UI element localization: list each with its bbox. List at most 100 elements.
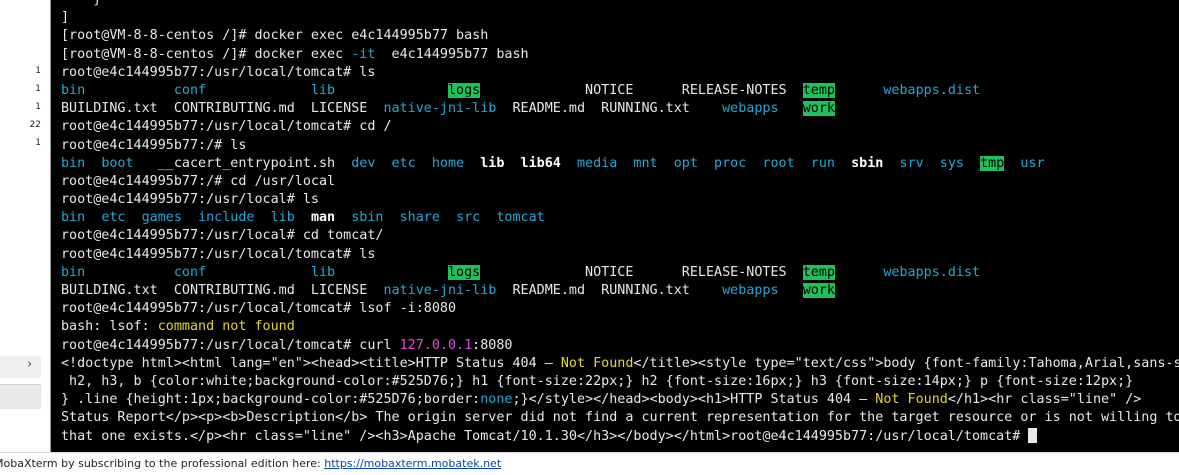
line-count: 1: [35, 66, 41, 76]
terminal-text: }: [61, 0, 101, 7]
terminal-text: <!doctype html><html lang="en"><head><ti…: [61, 355, 561, 371]
terminal-text: etc: [391, 155, 416, 171]
terminal-text: bin: [61, 264, 86, 280]
terminal-text: sbin: [851, 155, 884, 171]
terminal-line: }: [61, 0, 1179, 9]
terminal-text: root@e4c144995b77:/usr/local# ls: [61, 192, 319, 208]
status-message: MobaXterm by subscribing to the professi…: [0, 453, 501, 474]
terminal-line: bin etc games include lib man sbin share…: [61, 209, 1179, 227]
terminal-text: native-jni-lib: [383, 101, 497, 117]
terminal-text: temp: [802, 82, 835, 98]
terminal-text: BUILDING.txt CONTRIBUTING.md LICENSE: [61, 101, 384, 117]
terminal-text: none: [480, 392, 513, 408]
terminal-text: bin: [61, 210, 86, 226]
terminal-text: run: [810, 155, 835, 171]
terminal-text: __cacert_entrypoint.sh: [133, 155, 352, 171]
terminal-text: ]: [61, 10, 70, 26]
terminal-text: share: [399, 210, 440, 226]
terminal-text: webapps.dist: [883, 82, 981, 98]
terminal-text: bin: [61, 155, 86, 171]
terminal-text: [root@VM-8-8-centos /]# docker exec e4c1…: [61, 28, 489, 44]
terminal-line: root@e4c144995b77:/usr/local# cd tomcat/: [61, 227, 1179, 245]
terminal-text: NOTICE RELEASE-NOTES: [480, 264, 803, 280]
terminal-text: </title><style type="text/css">body {fon…: [633, 355, 1179, 371]
terminal-line: BUILDING.txt CONTRIBUTING.md LICENSE nat…: [61, 100, 1179, 118]
terminal-text: lib: [310, 264, 336, 280]
terminal-text: games: [141, 210, 182, 226]
side-panel: 1 1 1 22 1 ›: [0, 0, 50, 452]
terminal-window[interactable]: }] [root@VM-8-8-centos /]# docker exec e4…: [51, 0, 1179, 452]
mobaxterm-link[interactable]: https://mobaxterm.mobatek.net: [324, 457, 501, 470]
terminal-text: tmp: [980, 155, 1005, 171]
terminal-text: src: [456, 210, 481, 226]
terminal-line: <!doctype html><html lang="en"><head><ti…: [61, 355, 1179, 373]
terminal-text: README.md RUNNING.txt: [496, 101, 723, 117]
terminal-text: lib64: [520, 155, 561, 171]
terminal-text: mnt: [633, 155, 658, 171]
terminal-text: 127.0.0.1: [399, 337, 473, 353]
terminal-text: sbin: [351, 210, 384, 226]
terminal-text: webapps.dist: [883, 264, 981, 280]
terminal-line: root@e4c144995b77:/usr/local/tomcat# cur…: [61, 337, 1179, 355]
terminal-line: that one exists.</p><hr class="line" /><…: [61, 427, 1179, 446]
terminal-text: work: [802, 283, 835, 298]
terminal-text: [root@VM-8-8-centos /]# docker exec: [61, 46, 352, 62]
terminal-line: bin conf lib logs NOTICE RELEASE-NOTES t…: [61, 264, 1179, 282]
terminal-text: root@e4c144995b77:/usr/local/tomcat# cur…: [61, 337, 400, 353]
terminal-text: root@e4c144995b77:/usr/local/tomcat# lso…: [61, 301, 457, 317]
terminal-text: temp: [802, 264, 835, 280]
terminal-output: }] [root@VM-8-8-centos /]# docker exec e4…: [61, 0, 1179, 446]
terminal-text: conf: [173, 264, 207, 280]
status-text: MobaXterm by subscribing to the professi…: [0, 457, 325, 470]
terminal-line: Status Report</p><p><b>Description</b> T…: [61, 409, 1179, 427]
terminal-line: root@e4c144995b77:/usr/local/tomcat# cd …: [61, 118, 1179, 136]
panel-scroll-strip: [0, 356, 41, 378]
terminal-text: srv: [899, 155, 924, 171]
terminal-line: root@e4c144995b77:/usr/local/tomcat# ls: [61, 64, 1179, 82]
terminal-text: ;}</style></head><body><h1>HTTP Status 4…: [512, 392, 876, 408]
terminal-line: root@e4c144995b77:/usr/local# ls: [61, 191, 1179, 209]
terminal-text: README.md RUNNING.txt: [496, 283, 723, 298]
terminal-line: [root@VM-8-8-centos /]# docker exec -it …: [61, 46, 1179, 64]
terminal-line: [root@VM-8-8-centos /]# docker exec e4c1…: [61, 27, 1179, 45]
status-bar: MobaXterm by subscribing to the professi…: [0, 452, 1179, 475]
terminal-text: root@e4c144995b77:/# ls: [61, 137, 247, 153]
terminal-text: -it: [351, 46, 376, 62]
terminal-cursor: [1028, 427, 1038, 443]
terminal-text: home: [431, 155, 465, 171]
terminal-text: NOTICE RELEASE-NOTES: [480, 82, 803, 98]
terminal-text: native-jni-lib: [383, 283, 497, 298]
terminal-text: :8080: [472, 337, 513, 353]
terminal-text: lib: [480, 155, 505, 171]
terminal-text: logs: [448, 264, 481, 280]
terminal-text: dev: [351, 155, 376, 171]
terminal-text: webapps: [722, 283, 779, 298]
terminal-line: } .line {height:1px;background-color:#52…: [61, 391, 1179, 409]
terminal-text: root: [762, 155, 795, 171]
terminal-text: include: [198, 210, 255, 226]
terminal-line: ]: [61, 9, 1179, 27]
terminal-line: bash: lsof: command not found: [61, 318, 1179, 336]
chevron-right-icon[interactable]: ›: [27, 357, 32, 372]
line-count: 1: [35, 84, 41, 94]
terminal-text: e4c144995b77 bash: [375, 46, 529, 62]
terminal-text: conf: [173, 82, 207, 98]
terminal-text: Not Found: [560, 355, 634, 371]
